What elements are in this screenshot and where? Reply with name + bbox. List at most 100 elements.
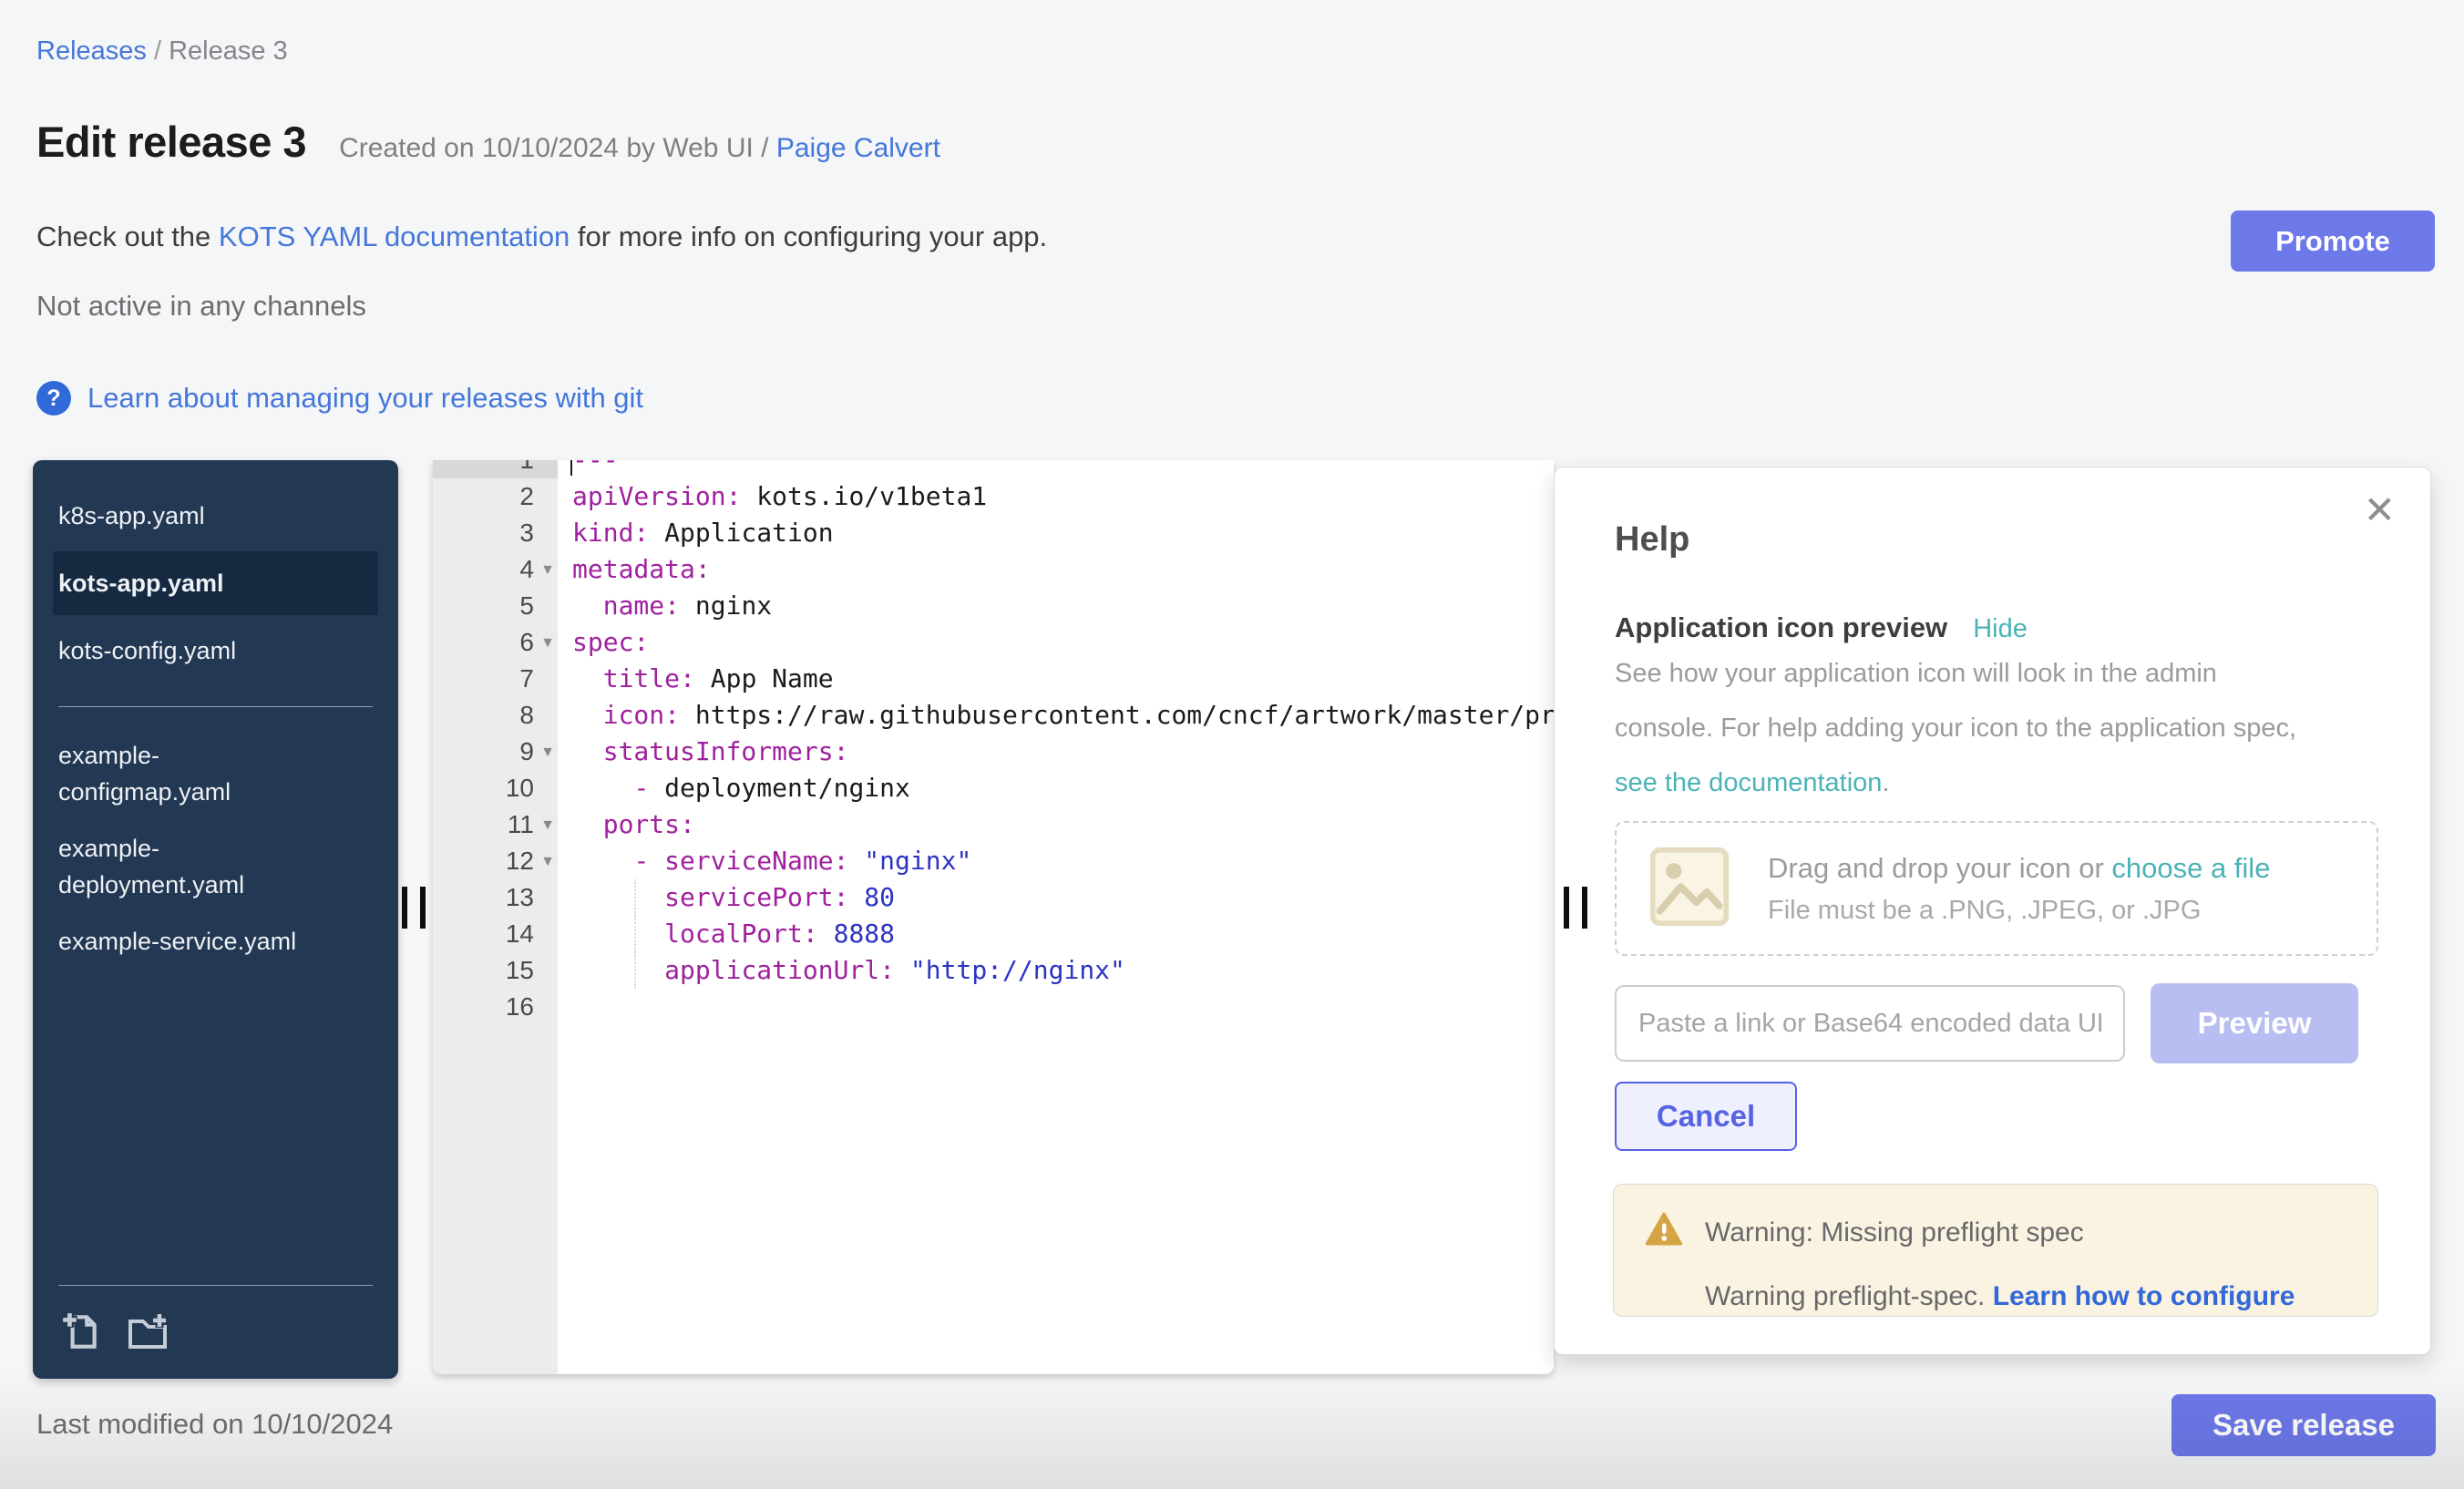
breadcrumb: Releases / Release 3 (36, 36, 288, 67)
line-number: 16 (433, 989, 558, 1025)
warning-body: Warning preflight-spec. Learn how to con… (1705, 1281, 2377, 1312)
warning-body-text: Warning preflight-spec. (1705, 1281, 1993, 1311)
fold-arrow-icon[interactable]: ▼ (540, 734, 555, 771)
code-line[interactable]: applicationUrl: "http://nginx" (558, 952, 1554, 989)
new-folder-icon[interactable] (126, 1310, 169, 1357)
line-number: 14 (433, 916, 558, 952)
sidebar-divider (58, 1285, 373, 1286)
help-panel: ✕ Help Application icon preview Hide See … (1554, 467, 2431, 1355)
preflight-warning-box: Warning: Missing preflight spec Warning … (1613, 1184, 2378, 1317)
preview-button[interactable]: Preview (2151, 983, 2358, 1063)
fold-arrow-icon[interactable]: ▼ (540, 844, 555, 880)
code-line[interactable]: statusInformers: (558, 734, 1554, 770)
desc-prefix: See how your application icon will look … (1615, 659, 2296, 743)
icon-url-row: Preview (1615, 983, 2358, 1063)
created-prefix: Created on 10/10/2024 by Web UI / (339, 133, 776, 163)
line-number: 8 (433, 697, 558, 734)
line-number: 4▼ (433, 551, 558, 588)
editor-gutter: 1234▼56▼789▼1011▼12▼13141516 (433, 460, 558, 1374)
line-number: 6▼ (433, 624, 558, 661)
code-line[interactable]: spec: (558, 624, 1554, 661)
fold-arrow-icon[interactable]: ▼ (540, 625, 555, 662)
new-file-icon[interactable] (60, 1310, 102, 1357)
text-cursor (570, 460, 572, 476)
editor-code-area[interactable]: ---apiVersion: kots.io/v1beta1kind: Appl… (558, 460, 1554, 1374)
cancel-button[interactable]: Cancel (1615, 1082, 1797, 1151)
warning-title: Warning: Missing preflight spec (1705, 1217, 2084, 1248)
line-number: 7 (433, 661, 558, 697)
line-number: 5 (433, 588, 558, 624)
file-list-divider (58, 706, 373, 707)
code-line[interactable]: --- (558, 460, 1554, 478)
file-sidebar: k8s-app.yaml kots-app.yaml kots-config.yam… (33, 460, 398, 1379)
created-text: Created on 10/10/2024 by Web UI / Paige … (339, 133, 940, 164)
file-item[interactable]: example-deployment.yaml (58, 820, 332, 913)
help-resize-handle[interactable] (1564, 887, 1587, 929)
git-releases-link[interactable]: Learn about managing your releases with … (87, 382, 643, 415)
code-line[interactable]: metadata: (558, 551, 1554, 588)
code-line[interactable]: ports: (558, 806, 1554, 843)
close-icon[interactable]: ✕ (2364, 491, 2396, 529)
choose-file-link[interactable]: choose a file (2111, 852, 2270, 884)
help-heading: Help (1615, 520, 1689, 560)
fold-arrow-icon[interactable]: ▼ (540, 552, 555, 589)
sidebar-resize-handle[interactable] (402, 887, 426, 929)
line-number: 9▼ (433, 734, 558, 770)
code-line[interactable]: title: App Name (558, 661, 1554, 697)
file-list: k8s-app.yaml kots-app.yaml kots-config.yam… (33, 460, 398, 970)
desc-suffix: . (1882, 768, 1889, 797)
code-line[interactable]: name: nginx (558, 588, 1554, 624)
code-line[interactable]: servicePort: 80 (558, 879, 1554, 916)
line-number: 10 (433, 770, 558, 806)
learn-configure-link[interactable]: Learn how to configure (1993, 1281, 2295, 1311)
file-item[interactable]: example-configmap.yaml (58, 727, 332, 820)
title-row: Edit release 3 Created on 10/10/2024 by … (36, 117, 940, 167)
hide-link[interactable]: Hide (1973, 614, 2028, 643)
code-line[interactable]: kind: Application (558, 515, 1554, 551)
kots-yaml-docs-link[interactable]: KOTS YAML documentation (219, 221, 570, 252)
edit-release-page: Releases / Release 3 Edit release 3 Crea… (0, 0, 2464, 1489)
see-documentation-link[interactable]: see the documentation (1615, 768, 1882, 797)
file-item[interactable]: kots-config.yaml (58, 622, 332, 679)
fold-arrow-icon[interactable]: ▼ (540, 807, 555, 844)
line-number: 1 (433, 460, 558, 478)
section-title-text: Application icon preview (1615, 611, 1947, 643)
promote-button[interactable]: Promote (2231, 211, 2435, 272)
code-line[interactable]: - serviceName: "nginx" (558, 843, 1554, 879)
breadcrumb-releases-link[interactable]: Releases (36, 36, 147, 66)
file-item[interactable]: k8s-app.yaml (58, 488, 332, 544)
page-title: Edit release 3 (36, 117, 306, 167)
icon-dropzone[interactable]: Drag and drop your icon or choose a file… (1615, 821, 2378, 956)
icon-preview-section-title: Application icon preview Hide (1615, 611, 2028, 644)
warning-triangle-icon (1645, 1210, 1683, 1256)
code-line[interactable] (558, 989, 1554, 1025)
breadcrumb-separator: / (147, 36, 169, 66)
code-editor: 1234▼56▼789▼1011▼12▼13141516 ---apiVersi… (433, 460, 1554, 1374)
dropzone-hint: File must be a .PNG, .JPEG, or .JPG (1768, 896, 2270, 926)
author-link[interactable]: Paige Calvert (776, 133, 940, 163)
help-circle-icon: ? (36, 381, 71, 416)
line-number: 15 (433, 952, 558, 989)
code-line[interactable]: localPort: 8888 (558, 916, 1554, 952)
icon-preview-description: See how your application icon will look … (1615, 646, 2307, 810)
save-release-button[interactable]: Save release (2171, 1394, 2436, 1456)
git-help-row: ? Learn about managing your releases wit… (36, 381, 643, 416)
icon-url-input[interactable] (1615, 985, 2125, 1062)
image-placeholder-icon (1648, 845, 1731, 933)
dropzone-text: Drag and drop your icon or choose a file (1768, 852, 2270, 885)
line-number: 11▼ (433, 806, 558, 843)
code-line[interactable]: icon: https://raw.githubusercontent.com/… (558, 697, 1554, 734)
info-suffix: for more info on configuring your app. (570, 221, 1047, 252)
line-number: 2 (433, 478, 558, 515)
breadcrumb-current: Release 3 (169, 36, 288, 66)
file-item[interactable]: kots-app.yaml (53, 551, 378, 615)
line-number: 12▼ (433, 843, 558, 879)
line-number: 13 (433, 879, 558, 916)
file-item[interactable]: example-service.yaml (58, 913, 332, 970)
info-prefix: Check out the (36, 221, 219, 252)
code-line[interactable]: - deployment/nginx (558, 770, 1554, 806)
code-line[interactable]: apiVersion: kots.io/v1beta1 (558, 478, 1554, 515)
last-modified-text: Last modified on 10/10/2024 (36, 1408, 393, 1441)
line-number: 3 (433, 515, 558, 551)
sidebar-actions (60, 1310, 169, 1357)
